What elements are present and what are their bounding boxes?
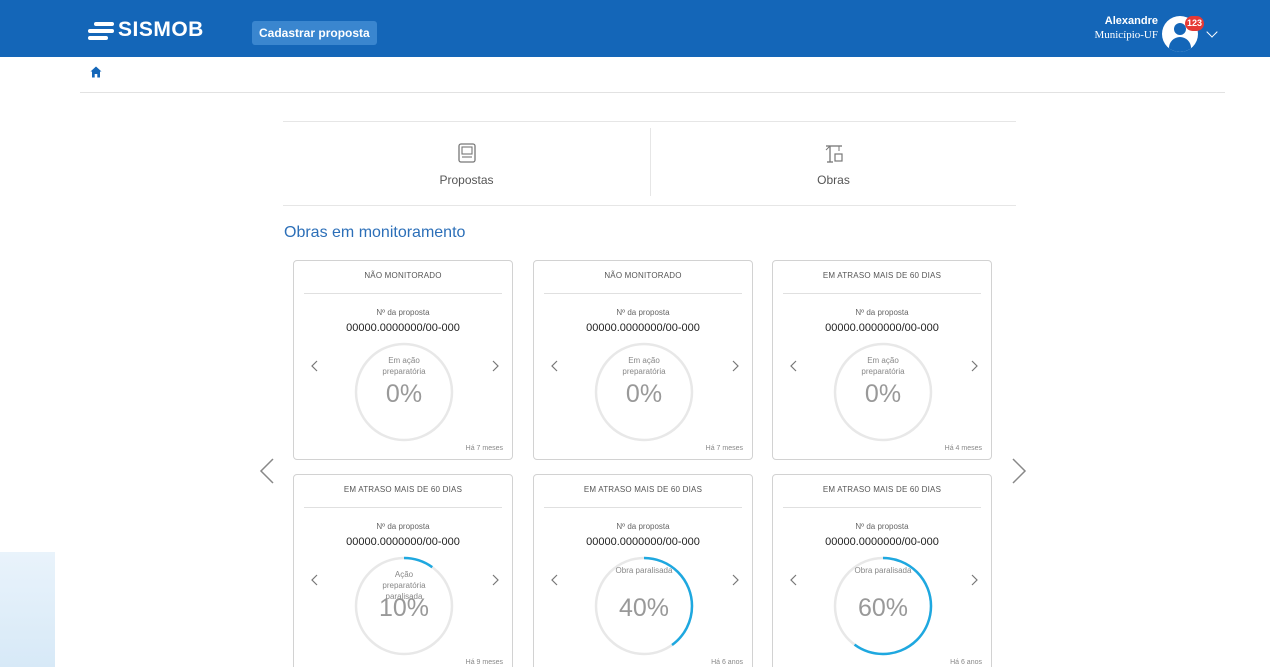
menu-label-obras: Obras xyxy=(817,173,850,187)
chevron-right-icon[interactable] xyxy=(490,573,500,587)
card-divider xyxy=(304,293,502,294)
proposal-number-label: Nº da proposta xyxy=(616,308,670,317)
chevron-left-icon[interactable] xyxy=(310,573,320,587)
card-timestamp: Há 6 anos xyxy=(950,659,982,666)
decorative-accent xyxy=(0,552,55,667)
card-divider xyxy=(783,507,981,508)
phase-label: Obra paralisada xyxy=(854,566,912,575)
card-timestamp: Há 4 meses xyxy=(944,445,982,452)
proposal-number-label: Nº da proposta xyxy=(855,308,909,317)
proposal-number: 00000.0000000/00-000 xyxy=(346,536,460,548)
proposal-number-label: Nº da proposta xyxy=(855,522,909,531)
phase-label: Em ação preparatória xyxy=(382,356,426,376)
menu-top-divider xyxy=(283,121,1016,122)
menu-tile-obras[interactable]: Obras xyxy=(652,124,1015,204)
card-status: NÃO MONITORADO xyxy=(604,271,682,280)
construction-icon xyxy=(825,145,843,163)
card-timestamp: Há 6 anos xyxy=(711,659,743,666)
menu-label-propostas: Propostas xyxy=(439,173,494,187)
card-status: EM ATRASO MAIS DE 60 DIAS xyxy=(822,485,942,494)
card-status: EM ATRASO MAIS DE 60 DIAS xyxy=(822,271,942,280)
card-status: EM ATRASO MAIS DE 60 DIAS xyxy=(583,485,703,494)
chevron-right-icon[interactable] xyxy=(969,359,979,373)
progress-percent: 60% xyxy=(857,594,909,622)
chevron-right-icon[interactable] xyxy=(969,573,979,587)
card-status: NÃO MONITORADO xyxy=(364,271,442,280)
carousel-prev-icon[interactable] xyxy=(258,457,276,485)
phase-label: Obra paralisada xyxy=(615,566,673,575)
card-timestamp: Há 7 meses xyxy=(465,445,503,452)
cadastrar-proposta-button[interactable]: Cadastrar proposta xyxy=(252,21,377,45)
section-title: Obras em monitoramento xyxy=(284,224,466,241)
proposal-number: 00000.0000000/00-000 xyxy=(586,322,700,334)
monitoring-card[interactable]: EM ATRASO MAIS DE 60 DIAS Nº da proposta 0… xyxy=(533,474,753,667)
monitoring-card[interactable]: EM ATRASO MAIS DE 60 DIAS Nº da proposta 0… xyxy=(772,260,992,460)
monitoring-card[interactable]: NÃO MONITORADO Nº da proposta 00000.000000… xyxy=(293,260,513,460)
card-divider xyxy=(783,293,981,294)
logo-mark-icon xyxy=(88,20,114,40)
chevron-right-icon[interactable] xyxy=(730,573,740,587)
carousel-next-icon[interactable] xyxy=(1010,457,1028,485)
card-timestamp: Há 7 meses xyxy=(705,445,743,452)
chevron-left-icon[interactable] xyxy=(789,573,799,587)
chevron-left-icon[interactable] xyxy=(550,573,560,587)
card-status: EM ATRASO MAIS DE 60 DIAS xyxy=(343,485,463,494)
chevron-left-icon[interactable] xyxy=(789,359,799,373)
document-icon xyxy=(457,143,476,163)
menu-bottom-divider xyxy=(283,205,1016,206)
proposal-number-label: Nº da proposta xyxy=(376,522,430,531)
chevron-left-icon[interactable] xyxy=(310,359,320,373)
proposal-number: 00000.0000000/00-000 xyxy=(586,536,700,548)
logo-text: SISMOB xyxy=(118,18,204,41)
card-timestamp: Há 9 meses xyxy=(465,659,503,666)
monitoring-card[interactable]: EM ATRASO MAIS DE 60 DIAS Nº da proposta 0… xyxy=(772,474,992,667)
chevron-left-icon[interactable] xyxy=(550,359,560,373)
sismob-logo[interactable]: SISMOB xyxy=(88,18,204,42)
monitoring-card[interactable]: EM ATRASO MAIS DE 60 DIAS Nº da proposta 0… xyxy=(293,474,513,667)
menu-tile-propostas[interactable]: Propostas xyxy=(284,124,649,204)
phase-label: Em ação preparatória xyxy=(622,356,666,376)
user-name: Alexandre xyxy=(1104,15,1158,27)
phase-label: Em ação preparatória xyxy=(861,356,905,376)
proposal-number: 00000.0000000/00-000 xyxy=(825,536,939,548)
chevron-right-icon[interactable] xyxy=(730,359,740,373)
user-org: Município-UF xyxy=(1094,29,1158,41)
card-divider xyxy=(544,507,742,508)
proposal-number-label: Nº da proposta xyxy=(616,522,670,531)
card-divider xyxy=(544,293,742,294)
home-icon[interactable] xyxy=(90,66,102,78)
progress-percent: 10% xyxy=(378,594,430,622)
progress-percent: 0% xyxy=(625,380,663,408)
proposal-number: 00000.0000000/00-000 xyxy=(346,322,460,334)
proposal-number-label: Nº da proposta xyxy=(376,308,430,317)
menu-vertical-divider xyxy=(650,128,651,196)
chevron-right-icon[interactable] xyxy=(490,359,500,373)
proposal-number: 00000.0000000/00-000 xyxy=(825,322,939,334)
notification-badge[interactable]: 123 xyxy=(1185,16,1205,31)
card-divider xyxy=(304,507,502,508)
monitoring-card[interactable]: NÃO MONITORADO Nº da proposta 00000.000000… xyxy=(533,260,753,460)
breadcrumb-divider xyxy=(80,92,1225,93)
user-info[interactable]: Alexandre Município-UF xyxy=(1068,15,1158,42)
progress-percent: 0% xyxy=(385,380,423,408)
progress-percent: 0% xyxy=(864,380,902,408)
progress-percent: 40% xyxy=(618,594,670,622)
